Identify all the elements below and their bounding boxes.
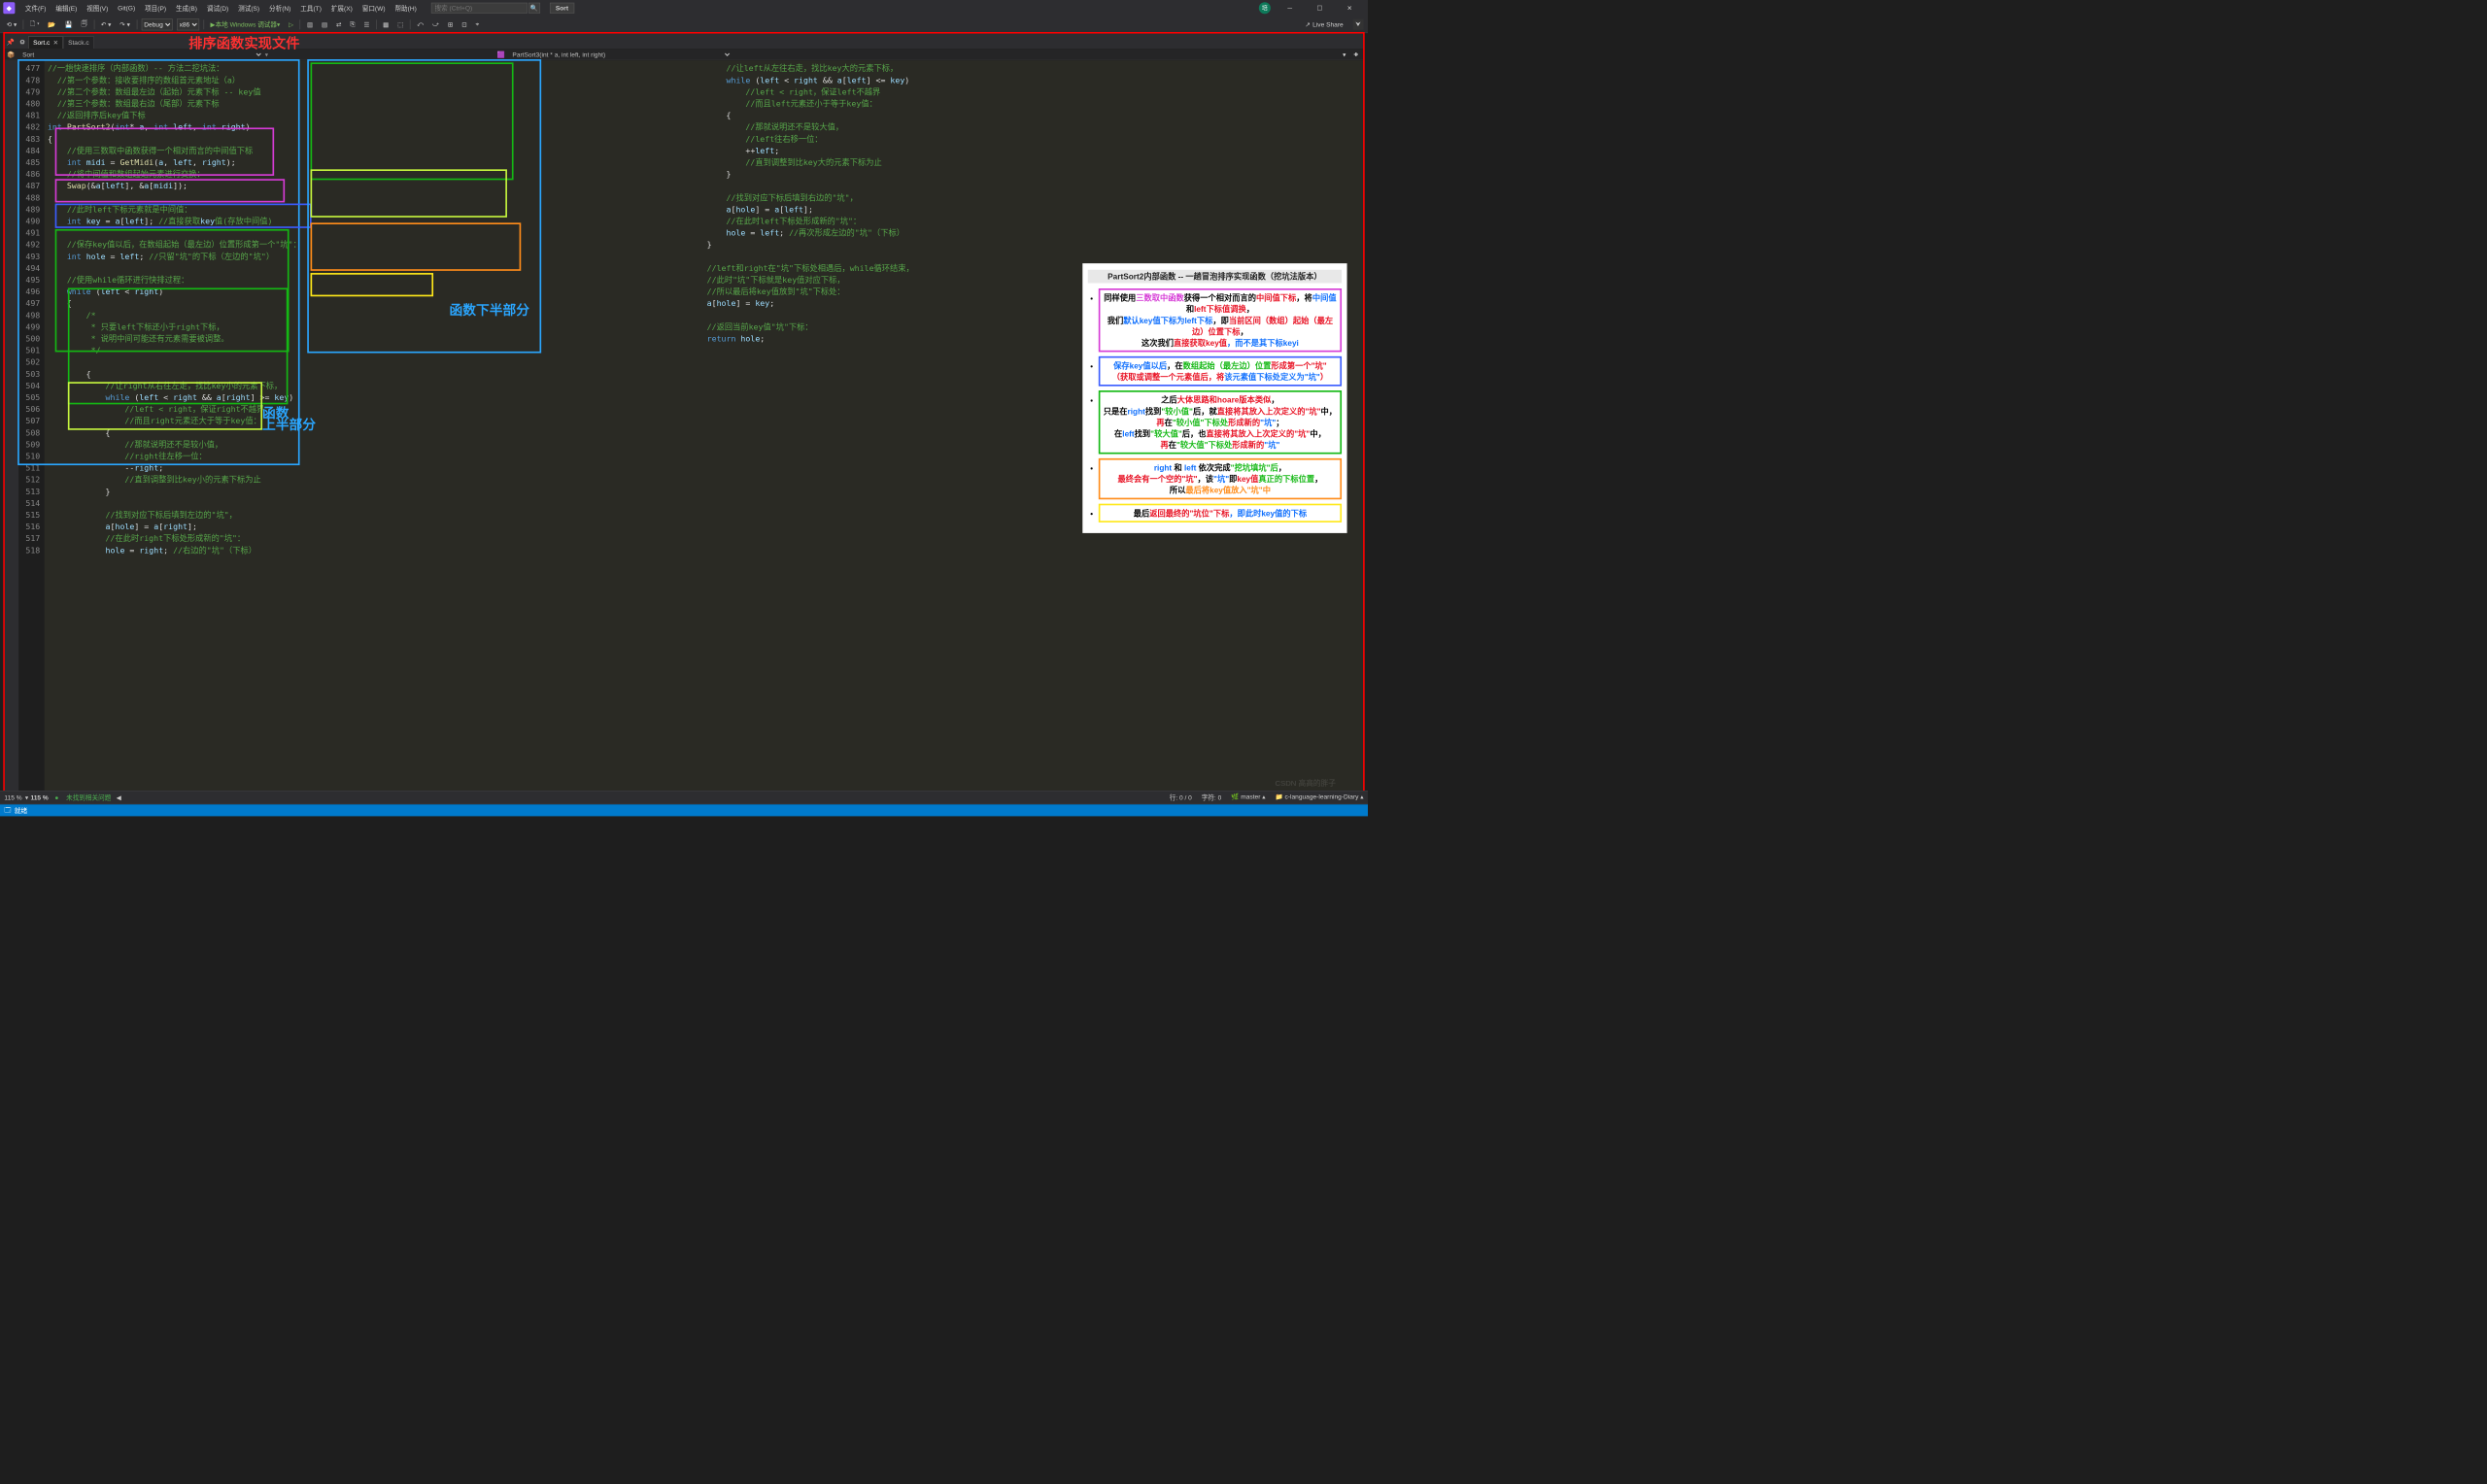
tab-sort-c[interactable]: Sort.c ✕ [28,36,63,49]
gear-tool[interactable]: ⚙ [17,36,28,49]
scope-icon: 📦 [7,51,15,58]
tb-icon-4[interactable]: ⎘ [348,20,358,28]
annotation-red-outline: 📌 ⚙ Sort.c ✕ Stack.c 排序函数实现文件 📦 Sort ▾ 🟪… [3,32,1364,800]
tb-icon-9[interactable]: ⤻ [430,20,441,28]
menu-analyze[interactable]: 分析(N) [264,4,295,13]
config-combo[interactable]: Debug [142,18,173,30]
menu-debug[interactable]: 调试(D) [202,4,233,13]
line-numbers: 477 478 479 480 481 482 483 484 485 486 … [18,60,44,798]
menu-view[interactable]: 视图(V) [82,4,113,13]
solution-button[interactable]: Sort [550,3,574,14]
open-button[interactable]: 📂 [46,20,58,28]
branch-indicator[interactable]: 🌿 master ▴ [1231,793,1265,801]
margin-gutter [5,60,18,798]
tb-icon-1[interactable]: ▥ [305,20,316,28]
tab-stack-c[interactable]: Stack.c [63,36,94,49]
menu-edit[interactable]: 编辑(E) [51,4,82,13]
menu-build[interactable]: 生成(B) [171,4,202,13]
save-button[interactable]: 💾 [62,20,75,28]
explanation-panel: PartSort2内部函数 -- 一趟冒泡排序实现函数（挖坑法版本） 同样使用三… [1082,263,1346,533]
menu-git[interactable]: Git(G) [113,4,140,12]
char-indicator[interactable]: 字符: 0 [1202,793,1222,801]
minimize-button[interactable]: ─ [1279,2,1301,15]
close-icon[interactable]: ✕ [53,39,59,47]
repo-indicator[interactable]: 📁 c-language-learning-Diary ▴ [1275,793,1363,801]
tb-icon-3[interactable]: ⇄ [334,20,344,28]
search-icon: 🔍 [530,4,538,12]
zoom-level[interactable]: 115 % [4,793,21,801]
watermark: CSDN 高高的胖子 [1276,778,1336,789]
platform-combo[interactable]: x86 [177,18,199,30]
search-button[interactable]: 🔍 [528,3,540,14]
tb-icon-2[interactable]: ▤ [320,20,330,28]
dropdown-icon[interactable]: ▾ [1340,50,1349,59]
account-avatar[interactable]: 培 [1259,2,1271,14]
save-all-button[interactable]: 🗐 [79,18,89,30]
add-icon[interactable]: 🞦 [1351,50,1361,59]
annotation-file-label: 排序函数实现文件 [187,33,302,52]
toolbar-overflow[interactable]: ⮟ [1353,19,1364,30]
maximize-button[interactable]: ☐ [1310,2,1331,15]
anno-lower-label: 函数下半部分 [450,305,530,317]
shell-icon: 🗔 [4,805,11,817]
tb-icon-11[interactable]: ⊡ [460,20,469,28]
explain-title: PartSort2内部函数 -- 一趟冒泡排序实现函数（挖坑法版本） [1088,270,1342,284]
live-share-button[interactable]: Live Share [1312,20,1344,28]
menu-tools[interactable]: 工具(T) [295,4,326,13]
nav-back-button[interactable]: ⟲ ▾ [4,20,18,28]
tb-icon-6[interactable]: ▦ [381,20,392,28]
new-item-button[interactable]: 🗋 ▾ [28,18,42,30]
menu-extensions[interactable]: 扩展(X) [326,4,358,13]
tb-icon-7[interactable]: ⬚ [395,20,406,28]
start-nodebug-button[interactable]: ▷ [287,20,295,28]
redo-button[interactable]: ↷ ▾ [118,20,132,28]
anno-upper-label: 函数 上半部分 [262,408,316,431]
menu-test[interactable]: 测试(S) [233,4,264,13]
vs-logo: ◆ [3,2,15,14]
function-combo[interactable]: PartSort3(int * a, int left, int right) [507,49,732,59]
no-issues-label[interactable]: 未找到相关问题 [66,793,111,801]
live-share-icon: ↗ [1305,20,1311,28]
menu-bar: ◆ 文件(F) 编辑(E) 视图(V) Git(G) 项目(P) 生成(B) 调… [0,0,1368,17]
menu-project[interactable]: 项目(P) [140,4,171,13]
quick-search-input[interactable] [431,3,528,14]
tab-label: Stack.c [68,39,89,47]
tb-icon-8[interactable]: ⤺ [415,20,426,28]
menu-window[interactable]: 窗口(W) [358,4,391,13]
menu-file[interactable]: 文件(F) [20,4,51,13]
line-col-indicator[interactable]: 行: 0 / 0 [1170,793,1192,801]
tab-label: Sort.c [33,39,50,47]
menu-help[interactable]: 帮助(H) [391,4,422,13]
tb-icon-10[interactable]: ⊞ [446,20,456,28]
ready-label: 就绪 [15,806,27,815]
scroll-left-icon[interactable]: ◀ [117,793,121,801]
close-button[interactable]: ✕ [1339,2,1360,15]
document-tabs: 📌 ⚙ Sort.c ✕ Stack.c 排序函数实现文件 [5,34,1363,49]
main-toolbar: ⟲ ▾ 🗋 ▾ 📂 💾 🗐 ↶ ▾ ↷ ▾ Debug x86 ▶ 本地 Win… [0,17,1368,34]
ok-icon: ● [54,793,58,801]
pin-tool[interactable]: 📌 [5,36,17,49]
undo-button[interactable]: ↶ ▾ [99,20,114,28]
tb-icon-12[interactable]: ⌖ [473,20,481,28]
code-left-column[interactable]: //一趟快速排序（内部函数）-- 方法二挖坑法： //第一个参数：接收要排序的数… [45,60,704,798]
tb-icon-5[interactable]: ☰ [361,20,371,28]
start-debug-button[interactable]: ▶ 本地 Windows 调试器 ▾ [208,19,282,28]
func-icon: 🟪 [496,51,504,58]
